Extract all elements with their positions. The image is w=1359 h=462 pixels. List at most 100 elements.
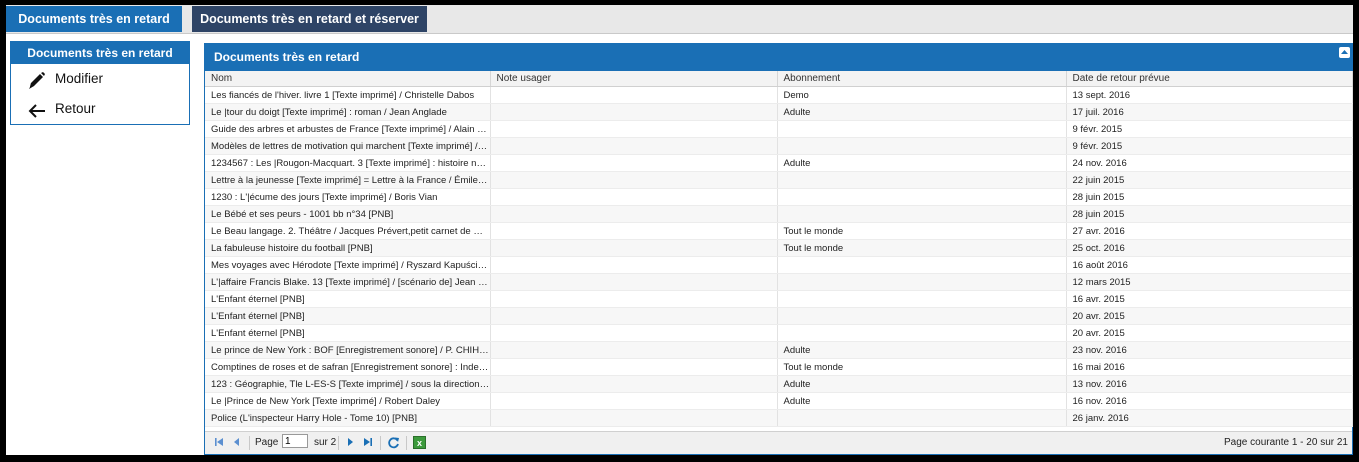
tab-documents-tres-en-retard[interactable]: Documents très en retard bbox=[6, 6, 182, 32]
cell-date-retour: 28 juin 2015 bbox=[1066, 188, 1353, 206]
cell-nom: La fabuleuse histoire du football [PNB] bbox=[205, 239, 491, 257]
table-row[interactable]: Le |Prince de New York [Texte imprimé] /… bbox=[205, 392, 1353, 410]
table-row[interactable]: L'Enfant éternel [PNB] 16 avr. 2015 bbox=[205, 290, 1353, 308]
cell-date-retour: 28 juin 2015 bbox=[1066, 205, 1353, 223]
cell-abonnement: Tout le monde bbox=[777, 239, 1067, 257]
table-row[interactable]: L'Enfant éternel [PNB] 20 avr. 2015 bbox=[205, 324, 1353, 342]
tab-documents-tres-en-retard-et-reserver[interactable]: Documents très en retard et réserver bbox=[192, 6, 427, 32]
cell-note-usager bbox=[490, 154, 778, 172]
cell-date-retour: 16 août 2016 bbox=[1066, 256, 1353, 274]
cell-note-usager bbox=[490, 341, 778, 359]
cell-note-usager bbox=[490, 324, 778, 342]
first-page-icon[interactable] bbox=[213, 436, 225, 450]
cell-date-retour: 20 avr. 2015 bbox=[1066, 324, 1353, 342]
table-row[interactable]: Le Beau langage. 2. Théâtre / Jacques Pr… bbox=[205, 222, 1353, 240]
modifier-label: Modifier bbox=[55, 71, 104, 86]
cell-date-retour: 23 nov. 2016 bbox=[1066, 341, 1353, 359]
table-row[interactable]: L'Enfant éternel [PNB] 20 avr. 2015 bbox=[205, 307, 1353, 325]
refresh-icon[interactable] bbox=[387, 436, 400, 450]
cell-note-usager bbox=[490, 375, 778, 393]
table-row[interactable]: Les fiancés de l'hiver. livre 1 [Texte i… bbox=[205, 86, 1353, 104]
cell-abonnement: Tout le monde bbox=[777, 222, 1067, 240]
pager-separator bbox=[249, 436, 250, 450]
table-row[interactable]: 123 : Géographie, Tle L-ES-S [Texte impr… bbox=[205, 375, 1353, 393]
cell-date-retour: 16 mai 2016 bbox=[1066, 358, 1353, 376]
page-label: Page bbox=[255, 437, 279, 448]
cell-date-retour: 12 mars 2015 bbox=[1066, 273, 1353, 291]
actions-panel-title: Documents très en retard bbox=[11, 42, 189, 64]
cell-note-usager bbox=[490, 188, 778, 206]
documents-table: Nom Note usager Abonnement Date de retou… bbox=[205, 71, 1353, 427]
cell-nom: Le |tour du doigt [Texte imprimé] : roma… bbox=[205, 103, 491, 121]
excel-export-icon[interactable]: x bbox=[413, 436, 426, 450]
table-row[interactable]: Police (L'inspecteur Harry Hole - Tome 1… bbox=[205, 409, 1353, 427]
cell-date-retour: 13 sept. 2016 bbox=[1066, 86, 1353, 104]
cell-note-usager bbox=[490, 307, 778, 325]
cell-abonnement: Adulte bbox=[777, 154, 1067, 172]
cell-abonnement: Adulte bbox=[777, 341, 1067, 359]
table-row[interactable]: 1234567 : Les |Rougon-Macquart. 3 [Texte… bbox=[205, 154, 1353, 172]
column-header-abonnement[interactable]: Abonnement bbox=[777, 71, 1067, 87]
cell-nom: 123 : Géographie, Tle L-ES-S [Texte impr… bbox=[205, 375, 491, 393]
collapse-icon[interactable] bbox=[1339, 47, 1350, 58]
table-row[interactable]: Le Bébé et ses peurs - 1001 bb n°34 [PNB… bbox=[205, 205, 1353, 223]
page-of-label: sur 2 bbox=[314, 437, 337, 448]
cell-abonnement: Adulte bbox=[777, 392, 1067, 410]
cell-nom: Le prince de New York : BOF [Enregistrem… bbox=[205, 341, 491, 359]
grid-title: Documents très en retard bbox=[214, 50, 360, 64]
table-row[interactable]: L'|affaire Francis Blake. 13 [Texte impr… bbox=[205, 273, 1353, 291]
column-header-note-usager[interactable]: Note usager bbox=[490, 71, 778, 87]
table-row[interactable]: Lettre à la jeunesse [Texte imprimé] = L… bbox=[205, 171, 1353, 189]
cell-abonnement: Tout le monde bbox=[777, 358, 1067, 376]
table-row[interactable]: Comptines de roses et de safran [Enregis… bbox=[205, 358, 1353, 376]
cell-note-usager bbox=[490, 273, 778, 291]
cell-nom: Police (L'inspecteur Harry Hole - Tome 1… bbox=[205, 409, 491, 427]
cell-date-retour: 24 nov. 2016 bbox=[1066, 154, 1353, 172]
table-row[interactable]: Modèles de lettres de motivation qui mar… bbox=[205, 137, 1353, 155]
cell-date-retour: 16 nov. 2016 bbox=[1066, 392, 1353, 410]
arrow-left-icon bbox=[27, 101, 47, 119]
column-header-nom[interactable]: Nom bbox=[205, 71, 491, 87]
column-header-date-retour[interactable]: Date de retour prévue bbox=[1066, 71, 1353, 87]
table-row[interactable]: Le |tour du doigt [Texte imprimé] : roma… bbox=[205, 103, 1353, 121]
retour-button[interactable]: Retour bbox=[11, 94, 189, 124]
cell-nom: L'Enfant éternel [PNB] bbox=[205, 324, 491, 342]
retour-label: Retour bbox=[55, 101, 96, 116]
cell-note-usager bbox=[490, 409, 778, 427]
table-row[interactable]: Guide des arbres et arbustes de France [… bbox=[205, 120, 1353, 138]
modifier-button[interactable]: Modifier bbox=[11, 64, 189, 94]
tab-bar: Documents très en retard Documents très … bbox=[6, 5, 1353, 34]
app-window: Documents très en retard Documents très … bbox=[6, 5, 1353, 455]
cell-nom: Modèles de lettres de motivation qui mar… bbox=[205, 137, 491, 155]
page-number-input[interactable] bbox=[282, 434, 308, 448]
cell-note-usager bbox=[490, 103, 778, 121]
cell-nom: L'|affaire Francis Blake. 13 [Texte impr… bbox=[205, 273, 491, 291]
cell-nom: Le |Prince de New York [Texte imprimé] /… bbox=[205, 392, 491, 410]
cell-note-usager bbox=[490, 222, 778, 240]
pager-separator bbox=[380, 436, 381, 450]
last-page-icon[interactable] bbox=[362, 436, 374, 450]
next-page-icon[interactable] bbox=[344, 436, 356, 450]
table-row[interactable]: La fabuleuse histoire du football [PNB] T… bbox=[205, 239, 1353, 257]
table-row[interactable]: Mes voyages avec Hérodote [Texte imprimé… bbox=[205, 256, 1353, 274]
cell-note-usager bbox=[490, 137, 778, 155]
previous-page-icon[interactable] bbox=[231, 436, 243, 450]
cell-nom: Lettre à la jeunesse [Texte imprimé] = L… bbox=[205, 171, 491, 189]
documents-grid-panel: Documents très en retard Nom Note usager… bbox=[204, 43, 1353, 455]
pencil-icon bbox=[27, 71, 47, 89]
cell-date-retour: 16 avr. 2015 bbox=[1066, 290, 1353, 308]
cell-nom: 1230 : L'|écume des jours [Texte imprimé… bbox=[205, 188, 491, 206]
table-row[interactable]: Le prince de New York : BOF [Enregistrem… bbox=[205, 341, 1353, 359]
actions-panel: Documents très en retard Modifier Retour bbox=[10, 41, 190, 125]
cell-date-retour: 13 nov. 2016 bbox=[1066, 375, 1353, 393]
cell-date-retour: 17 juil. 2016 bbox=[1066, 103, 1353, 121]
cell-abonnement bbox=[777, 256, 1067, 274]
cell-nom: L'Enfant éternel [PNB] bbox=[205, 290, 491, 308]
table-header-row: Nom Note usager Abonnement Date de retou… bbox=[205, 71, 1353, 87]
cell-nom: Le Bébé et ses peurs - 1001 bb n°34 [PNB… bbox=[205, 205, 491, 223]
table-row[interactable]: 1230 : L'|écume des jours [Texte imprimé… bbox=[205, 188, 1353, 206]
svg-text:x: x bbox=[417, 438, 422, 448]
cell-nom: L'Enfant éternel [PNB] bbox=[205, 307, 491, 325]
cell-note-usager bbox=[490, 86, 778, 104]
cell-abonnement bbox=[777, 188, 1067, 206]
